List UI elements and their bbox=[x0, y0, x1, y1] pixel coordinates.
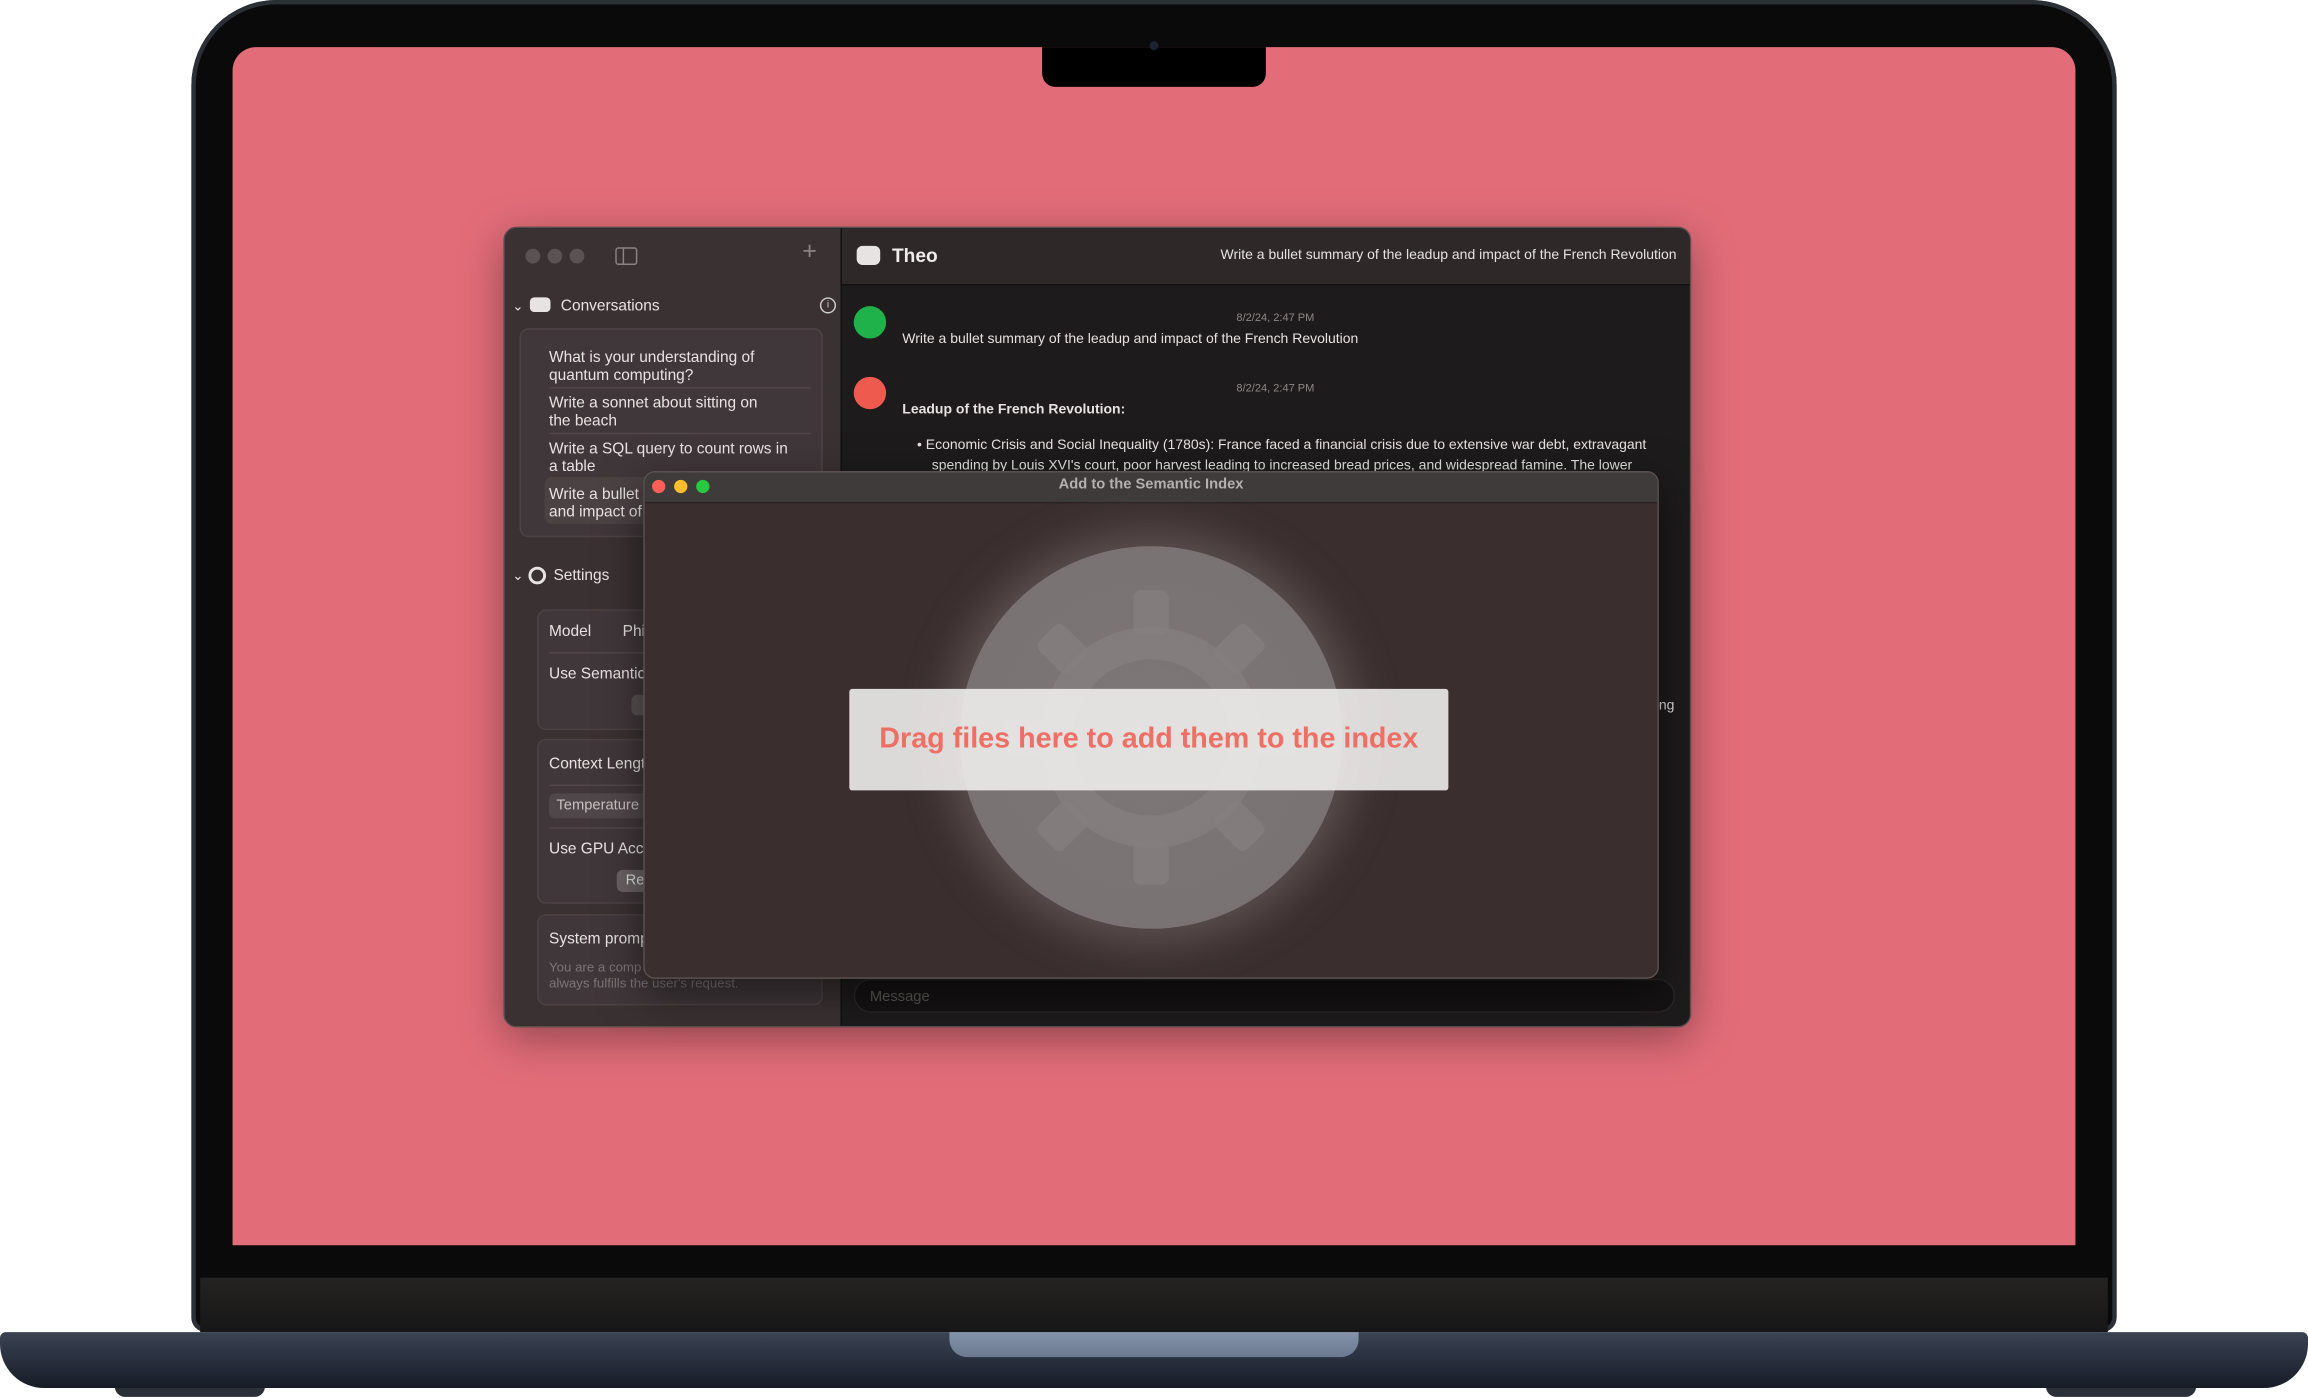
gear-icon bbox=[528, 566, 547, 585]
chat-bubbles-icon bbox=[529, 297, 551, 313]
conversation-item[interactable]: What is your understanding of quantum com… bbox=[549, 349, 754, 384]
robot-icon bbox=[856, 245, 881, 265]
gpu-acceleration-label: Use GPU Acce bbox=[549, 840, 653, 859]
close-button[interactable] bbox=[525, 248, 541, 264]
user-message: Write a bullet summary of the leadup and… bbox=[902, 331, 1359, 348]
conversation-item[interactable]: Write a sonnet about sitting on the beach bbox=[549, 394, 758, 429]
message-timestamp: 8/2/24, 2:47 PM bbox=[1236, 381, 1315, 395]
model-select[interactable]: Phi bbox=[623, 623, 645, 641]
conversation-item-selected[interactable]: Write a bullet and impact of bbox=[549, 486, 642, 521]
assistant-name: Theo bbox=[891, 244, 938, 267]
dialog-titlebar: Add to the Semantic Index bbox=[644, 472, 1658, 504]
context-length-label: Context Lengt bbox=[549, 755, 646, 773]
dialog-title: Add to the Semantic Index bbox=[1058, 476, 1244, 494]
laptop-foot bbox=[2045, 1386, 2197, 1397]
assistant-avatar bbox=[853, 376, 887, 410]
settings-header[interactable]: Settings bbox=[553, 567, 609, 585]
divider bbox=[549, 387, 812, 389]
conversation-title: Write a bullet summary of the leadup and… bbox=[1220, 247, 1677, 264]
semantic-index-label: Use Semantic bbox=[549, 665, 646, 683]
chevron-down-icon[interactable]: ⌄ bbox=[512, 297, 523, 315]
new-conversation-button[interactable]: + bbox=[802, 237, 817, 266]
divider bbox=[549, 432, 812, 435]
model-label: Model bbox=[549, 622, 592, 641]
minimize-button[interactable] bbox=[547, 248, 563, 264]
camera-notch bbox=[1042, 47, 1266, 87]
chat-header: Theo Write a bullet summary of the leadu… bbox=[841, 228, 1690, 286]
conversations-header[interactable]: Conversations bbox=[561, 297, 660, 315]
message-fragment: ng bbox=[1658, 697, 1675, 714]
message-timestamp: 8/2/24, 2:47 PM bbox=[1236, 310, 1315, 324]
assistant-heading: Leadup of the French Revolution: bbox=[902, 401, 1126, 419]
sidebar-toggle-icon[interactable] bbox=[615, 247, 638, 265]
chevron-down-icon[interactable]: ⌄ bbox=[512, 567, 523, 585]
info-icon[interactable]: i bbox=[819, 297, 837, 314]
system-prompt-label: System promp bbox=[549, 930, 649, 948]
user-avatar bbox=[853, 306, 887, 339]
laptop-hinge-notch bbox=[949, 1332, 1359, 1358]
laptop-chin bbox=[200, 1277, 2108, 1333]
laptop-foot bbox=[114, 1386, 265, 1397]
camera bbox=[1149, 41, 1159, 51]
zoom-button[interactable] bbox=[569, 248, 585, 264]
message-input[interactable]: Message bbox=[853, 978, 1676, 1013]
semantic-index-dialog: Add to the Semantic Index Drag files her… bbox=[643, 471, 1659, 979]
drop-zone[interactable]: Drag files here to add them to the index bbox=[849, 688, 1449, 791]
drop-zone-label: Drag files here to add them to the index bbox=[879, 722, 1419, 756]
